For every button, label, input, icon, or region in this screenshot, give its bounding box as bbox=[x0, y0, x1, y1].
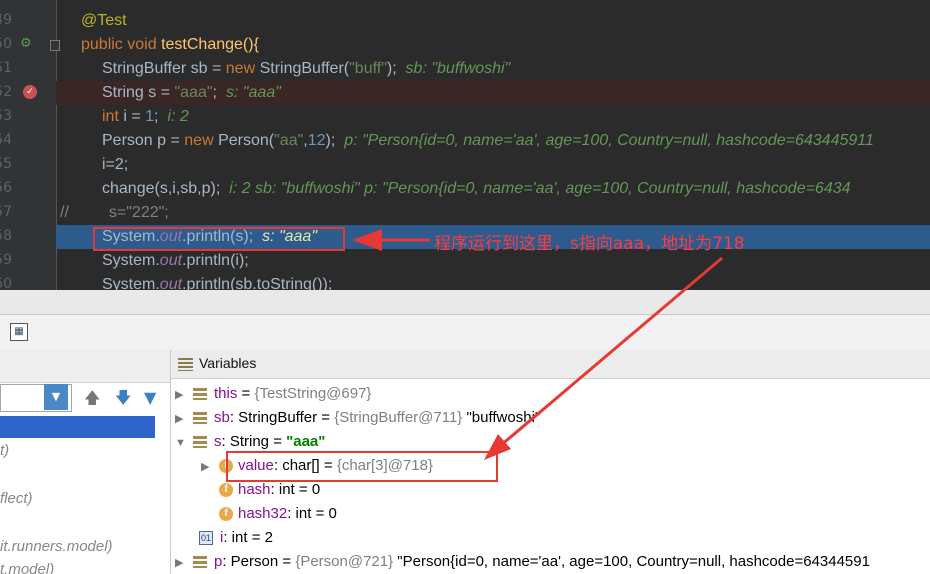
variables-icon bbox=[178, 358, 193, 371]
code-line: String s = "aaa"; s: "aaa" bbox=[102, 84, 281, 101]
line-number: 58 bbox=[0, 228, 12, 244]
line-number: 57 bbox=[0, 204, 12, 220]
inline-value: i: 2 sb: "buffwoshi" p: "Person{id=0, na… bbox=[229, 180, 851, 197]
highlight-box-value bbox=[226, 451, 498, 482]
line-number: 54 bbox=[0, 132, 12, 148]
chevron-down-icon[interactable]: ▼ bbox=[44, 384, 68, 410]
line-number: 52 bbox=[0, 84, 12, 100]
code-line: System.out.println(i); bbox=[102, 252, 249, 269]
code-line: Person p = new Person("aa",12); p: "Pers… bbox=[102, 132, 874, 149]
inline-value: i: 2 bbox=[167, 108, 189, 125]
frame-item[interactable]: it.runners.model) bbox=[0, 538, 113, 555]
frame-item[interactable]: t) bbox=[0, 442, 9, 459]
debug-panel-header bbox=[0, 290, 930, 315]
variable-row[interactable]: ▶ sb: StringBuffer = {StringBuffer@711} "… bbox=[175, 406, 540, 430]
line-number: 49 bbox=[0, 12, 12, 28]
variable-row[interactable]: ▶ p: Person = {Person@721} "Person{id=0, … bbox=[175, 550, 870, 574]
arrow-up-icon[interactable]: 🡅 bbox=[84, 388, 100, 408]
expand-icon[interactable]: ▶ bbox=[175, 407, 187, 431]
run-test-icon[interactable]: ⚙ bbox=[20, 36, 32, 51]
collapse-icon[interactable]: ▼ bbox=[175, 431, 187, 455]
variables-header: Variables bbox=[171, 350, 930, 379]
variable-row[interactable]: ▶ this = {TestString@697} bbox=[175, 382, 371, 406]
inline-value: sb: "buffwoshi" bbox=[405, 60, 511, 77]
inline-value: p: "Person{id=0, name='aa', age=100, Cou… bbox=[344, 132, 874, 149]
breakpoint-icon[interactable]: ✓ bbox=[23, 85, 37, 99]
object-icon bbox=[193, 556, 207, 569]
field-icon: f bbox=[219, 507, 233, 522]
field-icon: f bbox=[219, 483, 233, 498]
expand-icon[interactable]: ▶ bbox=[175, 383, 187, 407]
variables-title: Variables bbox=[199, 355, 257, 371]
filter-icon[interactable]: ▼ bbox=[144, 388, 156, 408]
frames-header bbox=[0, 350, 170, 383]
arrow-down-icon[interactable]: 🡇 bbox=[115, 388, 131, 408]
line-number: 59 bbox=[0, 252, 12, 268]
primitive-icon: 01 bbox=[199, 531, 213, 546]
code-line: change(s,i,sb,p); i: 2 sb: "buffwoshi" p… bbox=[102, 180, 851, 197]
variable-row[interactable]: 01 i: int = 2 bbox=[199, 526, 273, 550]
expand-icon[interactable]: ▶ bbox=[201, 455, 213, 479]
code-line: i=2; bbox=[102, 156, 129, 173]
fold-marker-icon[interactable] bbox=[50, 40, 60, 51]
object-icon bbox=[193, 436, 207, 449]
code-line: @Test bbox=[81, 12, 127, 29]
line-number: 60 bbox=[0, 276, 12, 290]
debug-toolbar: ▦ bbox=[0, 315, 930, 351]
line-number: 56 bbox=[0, 180, 12, 196]
table-view-icon[interactable]: ▦ bbox=[10, 323, 28, 341]
frame-item[interactable]: flect) bbox=[0, 490, 33, 507]
code-line: StringBuffer sb = new StringBuffer("buff… bbox=[102, 60, 511, 77]
annotation-text: 程序运行到这里，s指向aaa，地址为718 bbox=[434, 234, 745, 254]
code-line: //s="222"; bbox=[60, 204, 169, 221]
inline-value: s: "aaa" bbox=[225, 84, 281, 101]
frames-panel: ▼ 🡅 🡇 ▼ t) flect) it.runners.model) t.mo… bbox=[0, 350, 171, 574]
highlight-box-code bbox=[93, 227, 345, 251]
code-line: System.out.println(sb.toString()); bbox=[102, 276, 333, 290]
line-number: 51 bbox=[0, 60, 12, 76]
frame-item-selected[interactable] bbox=[0, 416, 155, 438]
code-line: int i = 1; i: 2 bbox=[102, 108, 189, 125]
frame-item[interactable]: t.model) bbox=[0, 561, 54, 574]
object-icon bbox=[193, 412, 207, 425]
object-icon bbox=[193, 388, 207, 401]
line-number: 50 bbox=[0, 36, 12, 52]
line-number: 55 bbox=[0, 156, 12, 172]
line-number: 53 bbox=[0, 108, 12, 124]
code-line: public void testChange(){ bbox=[81, 36, 259, 53]
expand-icon[interactable]: ▶ bbox=[175, 551, 187, 574]
variable-row[interactable]: f hash32: int = 0 bbox=[219, 502, 337, 526]
